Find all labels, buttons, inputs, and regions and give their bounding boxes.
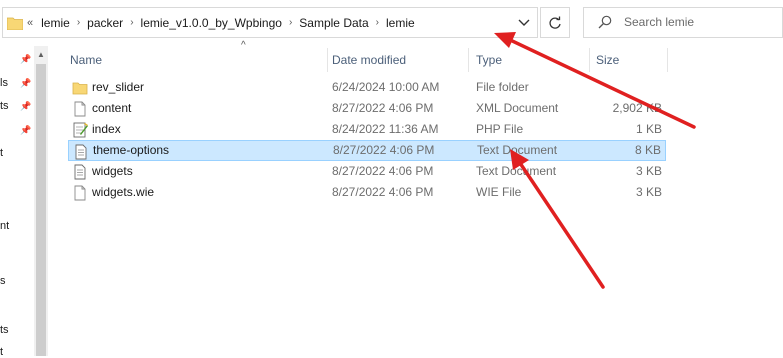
file-row[interactable]: widgets 8/27/2022 4:06 PM Text Document … [68,161,666,182]
file-date: 8/27/2022 4:06 PM [332,101,434,115]
chevron-down-icon[interactable] [517,14,531,30]
nav-item-label[interactable]: t [0,147,3,159]
column-header-size[interactable]: Size [590,46,670,74]
column-header-date[interactable]: Date modified [326,46,468,74]
breadcrumb: « lemie › packer › lemie_v1.0.0_by_Wpbin… [27,8,415,37]
file-size: 1 KB [635,122,662,136]
file-date: 8/27/2022 4:06 PM [332,164,434,178]
file-size: 2,902 KB [612,101,662,115]
breadcrumb-item[interactable]: lemie [41,16,70,30]
xml-file-icon [74,101,86,117]
file-size: 3 KB [635,164,662,178]
navigation-pane: ls 📌 📌 ts 📌 📌 t nt s ts t [0,46,34,358]
column-header-name[interactable]: Name [64,46,326,74]
file-row[interactable]: widgets.wie 8/27/2022 4:06 PM WIE File 3… [68,182,666,203]
pin-icon: 📌 [20,54,32,64]
chevron-right-icon[interactable]: › [130,17,133,28]
chevron-right-icon[interactable]: › [77,17,80,28]
file-date: 8/27/2022 4:06 PM [333,143,435,157]
nav-item-label[interactable]: s [0,275,6,287]
breadcrumb-overflow[interactable]: « [27,17,33,29]
file-type: WIE File [476,185,522,199]
chevron-right-icon[interactable]: › [376,17,379,28]
file-name: rev_slider [92,80,145,94]
file-name: theme-options [93,143,170,157]
file-type: Text Document [476,164,557,178]
file-type: XML Document [476,101,559,115]
nav-item-label[interactable]: t [0,346,3,358]
refresh-icon [549,16,561,29]
pin-icon: 📌 [20,78,32,88]
search-placeholder: Search lemie [624,15,695,29]
text-file-icon [75,144,87,160]
nav-item-label[interactable]: ts [0,324,9,336]
breadcrumb-item[interactable]: lemie [386,16,415,30]
file-name: widgets.wie [92,185,155,199]
file-type: File folder [476,80,529,94]
nav-item-label[interactable]: ls [0,77,8,89]
nav-scrollbar[interactable]: ▲ [34,46,48,356]
search-icon [598,15,612,29]
pin-icon: 📌 [20,125,32,135]
address-bar[interactable]: « lemie › packer › lemie_v1.0.0_by_Wpbin… [2,7,538,38]
php-file-icon [73,122,88,138]
text-file-icon [74,164,86,180]
file-row[interactable]: rev_slider 6/24/2024 10:00 AM File folde… [68,77,666,98]
column-divider[interactable] [468,48,469,72]
folder-icon [7,17,23,30]
refresh-button[interactable] [540,7,570,38]
column-divider[interactable] [667,48,668,72]
file-row[interactable]: index 8/24/2022 11:36 AM PHP File 1 KB [68,119,666,140]
generic-file-icon [74,185,86,201]
pin-icon: 📌 [20,101,32,111]
nav-item-label[interactable]: ts [0,100,9,112]
breadcrumb-item[interactable]: Sample Data [299,16,368,30]
file-name: content [92,101,132,115]
nav-item-label[interactable]: nt [0,220,9,232]
file-name: index [92,122,121,136]
toolbar: « lemie › packer › lemie_v1.0.0_by_Wpbin… [0,0,783,46]
file-row-selected[interactable]: theme-options 8/27/2022 4:06 PM Text Doc… [68,140,666,161]
file-size: 8 KB [634,143,661,157]
file-type: Text Document [477,143,558,157]
file-date: 8/24/2022 11:36 AM [332,122,439,136]
scroll-up-icon[interactable]: ▲ [34,50,48,59]
breadcrumb-item[interactable]: packer [87,16,123,30]
breadcrumb-item[interactable]: lemie_v1.0.0_by_Wpbingo [141,16,282,30]
file-type: PHP File [476,122,524,136]
column-header-row: ^ Name Date modified Type Size [48,40,783,74]
file-name: widgets [92,164,133,178]
search-box[interactable]: Search lemie [583,7,783,38]
column-header-type[interactable]: Type [470,46,590,74]
scrollbar-thumb[interactable] [36,64,46,356]
file-size: 3 KB [635,185,662,199]
folder-icon [72,82,88,95]
file-row[interactable]: content 8/27/2022 4:06 PM XML Document 2… [68,98,666,119]
chevron-right-icon[interactable]: › [289,17,292,28]
file-date: 8/27/2022 4:06 PM [332,185,434,199]
file-list: rev_slider 6/24/2024 10:00 AM File folde… [68,77,666,203]
file-date: 6/24/2024 10:00 AM [332,80,440,94]
